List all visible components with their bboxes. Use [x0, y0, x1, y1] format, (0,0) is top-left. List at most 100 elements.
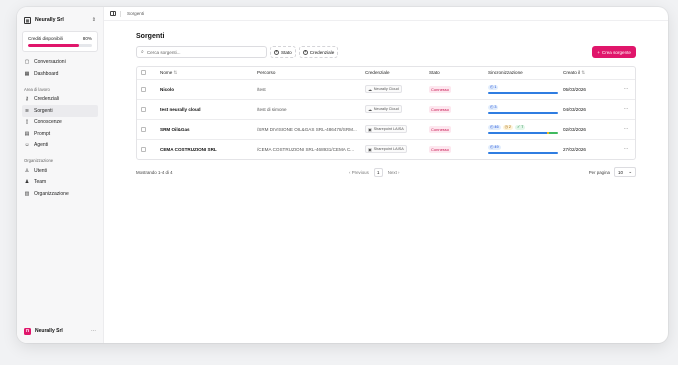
- sidebar-footer-org[interactable]: n Neurally Srl ⋯: [22, 325, 98, 337]
- showing-count: Mostrando 1-4 di 4: [136, 169, 173, 175]
- sync-progress-bar: [488, 151, 558, 154]
- sync-badges: ◴ 1: [488, 84, 559, 90]
- page-number-button[interactable]: 1: [373, 167, 383, 177]
- sync-badges: ◴ 46 ◷ 2 ✓ 7: [488, 124, 559, 130]
- sidebar-item-label: Agenti: [34, 142, 49, 149]
- header-created[interactable]: Creato il ⇅: [561, 67, 613, 80]
- header-path: Percorso: [255, 67, 363, 80]
- sidebar-item-label: Prompt: [34, 130, 51, 137]
- source-path: /SRM DIVISIONE OIL&GAS SRL-486478/SRM...: [255, 119, 363, 140]
- status-badge: Connesso: [429, 85, 452, 93]
- credits-percent: 80%: [82, 36, 92, 41]
- table-row[interactable]: CEMA COSTRUZIONI SRL/CEMA COSTRUZIONI SR…: [137, 139, 635, 159]
- per-page-label: Per pagina: [588, 169, 610, 175]
- more-icon[interactable]: ⋯: [91, 328, 96, 334]
- sidebar-item-agenti[interactable]: ☺ Agenti: [22, 140, 98, 152]
- per-page-control: Per pagina 10 ⌄: [589, 167, 636, 177]
- sync-progress-bar: [488, 131, 558, 134]
- sidebar-item-label: Credenziali: [34, 96, 60, 103]
- search-box[interactable]: ⌕: [136, 46, 267, 58]
- cloud-icon: ☁: [368, 87, 372, 92]
- sources-table: Nome ⇅ Percorso Credenziale Stato Sincro…: [136, 66, 636, 160]
- book-icon: ▯: [25, 119, 29, 126]
- header-created-label: Creato il: [563, 69, 581, 75]
- search-input[interactable]: [146, 49, 262, 55]
- clock-icon: ◴: [490, 144, 494, 149]
- building-icon: ▦: [24, 16, 31, 24]
- plus-circle-icon: +: [274, 48, 279, 55]
- row-checkbox[interactable]: [141, 86, 146, 92]
- sidebar-item-label: Conoscenze: [34, 119, 62, 126]
- source-state-cell: Connesso: [427, 139, 486, 159]
- org-switcher[interactable]: ▦ Neurally Srl ⇕: [22, 14, 98, 26]
- next-label: Next: [387, 169, 397, 175]
- create-source-button[interactable]: + Crea sorgente: [592, 46, 636, 58]
- sidebar-item-conoscenze[interactable]: ▯ Conoscenze: [22, 117, 98, 129]
- sidebar-item-label: Utenti: [34, 167, 48, 174]
- row-checkbox[interactable]: [141, 126, 146, 132]
- sidebar-item-utenti[interactable]: ♙ Utenti: [22, 165, 98, 177]
- key-icon: ⚷: [25, 96, 29, 103]
- next-button[interactable]: Next ›: [388, 170, 400, 175]
- sidebar-item-label: Dashboard: [34, 70, 59, 77]
- sync-count-badge-blue: ◴ 3: [488, 104, 499, 110]
- credential-chip: ☁ Neurally Cloud: [365, 85, 402, 93]
- header-name[interactable]: Nome ⇅: [158, 67, 255, 80]
- sync-count: 46: [494, 124, 499, 129]
- source-credential-cell: ☁ Neurally Cloud: [363, 79, 427, 100]
- page-title: Sorgenti: [136, 33, 165, 40]
- sidebar: ▦ Neurally Srl ⇕ Crediti disponibili 80%…: [17, 7, 104, 343]
- more-horizontal-icon[interactable]: ⋯: [624, 86, 629, 92]
- previous-button[interactable]: ‹ Previous: [349, 170, 369, 175]
- more-horizontal-icon[interactable]: ⋯: [624, 146, 629, 152]
- footer-org-name: Neurally Srl: [35, 328, 63, 334]
- source-name: CEMA COSTRUZIONI SRL: [160, 146, 217, 152]
- per-page-value: 10: [618, 169, 623, 175]
- row-checkbox[interactable]: [141, 106, 146, 112]
- source-sync-cell: ◴ 46 ◷ 2 ✓ 7: [486, 119, 561, 140]
- source-credential-cell: ▣ Sharepoint LAISA: [363, 119, 427, 140]
- table-row[interactable]: SRM Oil&Gas/SRM DIVISIONE OIL&GAS SRL-48…: [137, 119, 635, 140]
- chevron-updown-icon: ⇕: [91, 17, 96, 23]
- sidebar-item-team[interactable]: ♟ Team: [22, 177, 98, 189]
- sidebar-item-dashboard[interactable]: ▦ Dashboard: [22, 68, 98, 80]
- workspace-section-label: Area di lavoro: [24, 86, 50, 92]
- filter-credential-label: Credenziale: [309, 49, 335, 55]
- sidebar-item-sorgenti[interactable]: ≋ Sorgenti: [22, 105, 98, 117]
- source-path: /test: [255, 79, 363, 100]
- filter-credential-button[interactable]: + Credenziale: [298, 46, 339, 58]
- row-actions-cell: ⋯: [613, 99, 635, 120]
- sync-progress-bar: [488, 111, 558, 114]
- sync-progress-segment: [548, 131, 558, 134]
- sync-count: 2: [508, 124, 512, 129]
- source-created: 04/03/2026: [561, 99, 613, 120]
- sidebar-item-label: Organizzazione: [34, 190, 69, 197]
- per-page-select[interactable]: 10 ⌄: [614, 167, 636, 177]
- org-name: Neurally Srl: [35, 17, 64, 23]
- sidebar-item-prompt[interactable]: ▤ Prompt: [22, 128, 98, 140]
- row-checkbox[interactable]: [141, 146, 146, 152]
- sidebar-item-organizzazione[interactable]: ▥ Organizzazione: [22, 188, 98, 200]
- brand-logo: n: [24, 327, 31, 335]
- more-horizontal-icon[interactable]: ⋯: [624, 106, 629, 112]
- table-row[interactable]: Nicolo/test ☁ Neurally Cloud Connesso ◴ 1 05/0…: [137, 79, 635, 100]
- table-row[interactable]: test neurally cloud/test di simone ☁ Neura…: [137, 99, 635, 120]
- sidebar-toggle-icon[interactable]: [110, 11, 116, 16]
- sidebar-item-conversazioni[interactable]: ▢ Conversazioni: [22, 57, 98, 69]
- sync-progress-segment: [488, 131, 547, 134]
- sync-progress-segment: [488, 151, 558, 154]
- sidebar-item-label: Sorgenti: [34, 107, 53, 114]
- sidebar-item-credenziali[interactable]: ⚷ Credenziali: [22, 94, 98, 106]
- sidebar-item-label: Team: [34, 179, 47, 186]
- org-section-label: Organizzazione: [24, 158, 54, 163]
- more-horizontal-icon[interactable]: ⋯: [624, 126, 629, 132]
- toolbar: ⌕ + Stato + Credenziale + Crea sorgente: [136, 46, 636, 58]
- row-checkbox-cell: [137, 119, 158, 140]
- breadcrumb: Sorgenti: [127, 11, 145, 16]
- credential-label: Neurally Cloud: [373, 107, 399, 111]
- credential-label: Sharepoint LAISA: [373, 127, 404, 131]
- filter-state-button[interactable]: + Stato: [270, 46, 296, 58]
- header-sync: Sincronizzazione: [486, 67, 561, 80]
- previous-label: Previous: [351, 169, 369, 175]
- select-all-checkbox[interactable]: [141, 70, 146, 76]
